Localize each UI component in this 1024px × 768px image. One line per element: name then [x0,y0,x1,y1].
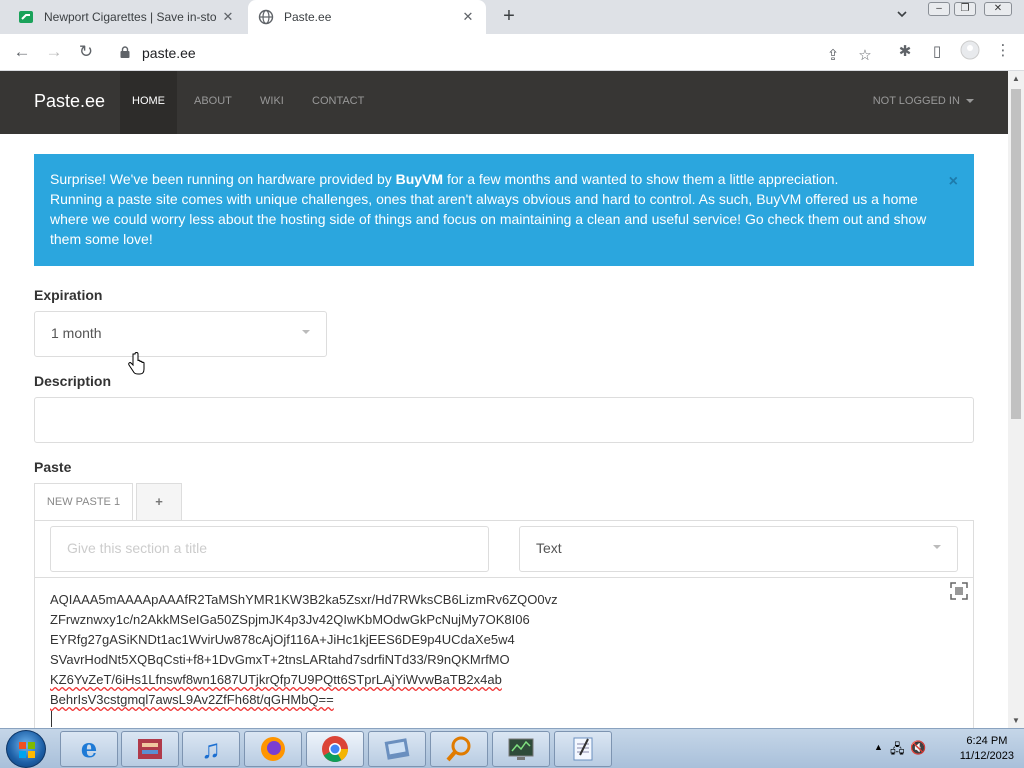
description-input[interactable] [34,397,974,443]
system-tray: ▲ 🖧 🔇 6:24 PM 11/12/2023 [864,729,1024,768]
site-navbar: Paste.ee HOME ABOUT WIKI CONTACT NOT LOG… [0,71,1008,134]
reload-button[interactable]: ↻ [76,42,96,62]
share-icon[interactable]: ⇪ [824,46,842,64]
address-bar[interactable]: paste.ee ⇪ ☆ [108,38,888,67]
nav-about[interactable]: ABOUT [182,71,244,134]
menu-kebab-icon[interactable]: ⋮ [994,41,1012,59]
text-caret [51,711,52,727]
chevron-down-icon [933,545,941,549]
browser-toolbar: ← → ↻ paste.ee ⇪ ☆ ✱ ▯ ⋮ [0,34,1024,71]
volume-muted-icon[interactable]: 🔇 [910,740,926,756]
chevron-down-icon [302,330,310,334]
new-tab-button[interactable]: + [498,6,520,28]
firefox-icon [261,737,285,761]
url-text: paste.ee [142,45,196,61]
nav-home[interactable]: HOME [120,71,177,134]
code-line: KZ6YvZeT/6iHs1Lfnswf8wn1687UTjkrQfp7U9PQ… [50,672,502,687]
nav-contact[interactable]: CONTACT [300,71,376,134]
taskbar-explorer[interactable] [368,731,426,767]
fullscreen-icon[interactable] [950,582,968,600]
clock-time: 6:24 PM [966,735,1008,747]
browser-tab-strip: Newport Cigarettes | Save in-sto ✕ Paste… [0,0,1024,34]
newport-favicon-icon [18,9,34,25]
close-tab-icon[interactable]: ✕ [460,9,476,25]
system-monitor-icon [508,738,534,760]
close-window-button[interactable]: ✕ [984,2,1012,16]
taskbar-archive[interactable] [121,731,179,767]
expiration-select[interactable]: 1 month [34,311,327,357]
archive-icon [138,739,162,759]
account-label: NOT LOGGED IN [872,95,960,107]
clock-date: 11/12/2023 [959,750,1014,762]
code-line: ZFrwznwxy1c/n2AkkMSeIGa50ZSpjmJK4p3Jv42Q… [50,612,530,627]
code-line: BehrIsV3cstgmql7awsL9Av2ZfFh68t/qGHMbQ== [50,692,334,707]
close-tab-icon[interactable]: ✕ [220,9,236,25]
caret-down-icon [966,99,974,104]
paste-code-editor[interactable]: AQIAAA5mAAAApAAAfR2TaMShYMR1KW3B2ka5Zsxr… [34,577,974,730]
site-brand[interactable]: Paste.ee [34,91,105,112]
back-button[interactable]: ← [12,42,32,62]
description-label: Description [34,373,112,389]
bookmark-star-icon[interactable]: ☆ [856,46,874,64]
taskbar-monitor[interactable] [492,731,550,767]
scroll-down-arrow-icon[interactable]: ▼ [1012,716,1020,725]
section-title-input[interactable]: Give this section a title [50,526,489,572]
network-icon[interactable]: 🖧 [890,740,905,762]
tab-paste-ee[interactable]: Paste.ee ✕ [248,0,486,34]
buyvm-alert: Surprise! We've been running on hardware… [34,154,974,266]
taskbar-chrome[interactable] [306,731,364,767]
taskbar-music[interactable]: ♫ [182,731,240,767]
code-line: SVavrHodNt5XQBqCsti+f8+1DvGmxT+2tnsLARta… [50,652,510,667]
account-dropdown[interactable]: NOT LOGGED IN [873,71,974,131]
alert-line-2: Running a paste site comes with unique c… [50,191,927,247]
forward-button[interactable]: → [44,42,64,62]
show-hidden-icons-icon[interactable]: ▲ [874,742,883,752]
taskbar-search[interactable] [430,731,488,767]
tab-title: Paste.ee [284,10,332,24]
expiration-label: Expiration [34,287,103,303]
windows-taskbar: e ♫ ▲ 🖧 🔇 6:24 PM 11/12/2023 [0,728,1024,768]
taskbar-firefox[interactable] [244,731,302,767]
system-clock[interactable]: 6:24 PM 11/12/2023 [960,734,1014,764]
syntax-value: Text [536,540,562,556]
magnifier-icon [446,736,471,762]
lock-icon [120,45,130,58]
side-panel-icon[interactable]: ▯ [928,42,946,60]
paste-label: Paste [34,459,72,475]
expiration-value: 1 month [51,325,102,341]
notepad-icon [573,737,593,761]
close-icon[interactable]: × [949,172,958,192]
profile-avatar-icon[interactable] [960,40,980,64]
minimize-button[interactable]: – [928,2,950,16]
scroll-up-arrow-icon[interactable]: ▲ [1012,74,1020,83]
folder-window-icon [384,738,410,760]
tab-new-paste-1[interactable]: NEW PASTE 1 [34,483,133,521]
start-button[interactable] [6,730,46,768]
tab-title: Newport Cigarettes | Save in-sto [44,10,217,24]
nav-wiki[interactable]: WIKI [248,71,296,134]
tab-newport[interactable]: Newport Cigarettes | Save in-sto ✕ [8,0,246,34]
buyvm-link[interactable]: BuyVM [396,171,443,187]
taskbar-notepad[interactable] [554,731,612,767]
chrome-icon [322,736,349,763]
taskbar-ie[interactable]: e [60,731,118,767]
page-scrollbar[interactable]: ▲ ▼ [1008,71,1024,728]
section-title-placeholder: Give this section a title [67,540,208,556]
extensions-icon[interactable]: ✱ [896,42,914,60]
music-note-icon: ♫ [201,733,221,764]
alert-line-1: Surprise! We've been running on hardware… [50,171,839,187]
scrollbar-thumb[interactable] [1011,89,1021,419]
internet-explorer-icon: e [80,734,98,764]
code-line: AQIAAA5mAAAApAAAfR2TaMShYMR1KW3B2ka5Zsxr… [50,592,558,607]
add-paste-tab-button[interactable]: + [136,483,182,520]
chevron-down-icon[interactable] [896,8,908,23]
hand-cursor-icon [128,352,146,381]
code-line: EYRfg27gASiKNDt1ac1WvirUw878cAjOjf116A+J… [50,632,515,647]
syntax-select[interactable]: Text [519,526,958,572]
maximize-button[interactable]: ❐ [954,2,976,16]
globe-icon [258,9,274,25]
